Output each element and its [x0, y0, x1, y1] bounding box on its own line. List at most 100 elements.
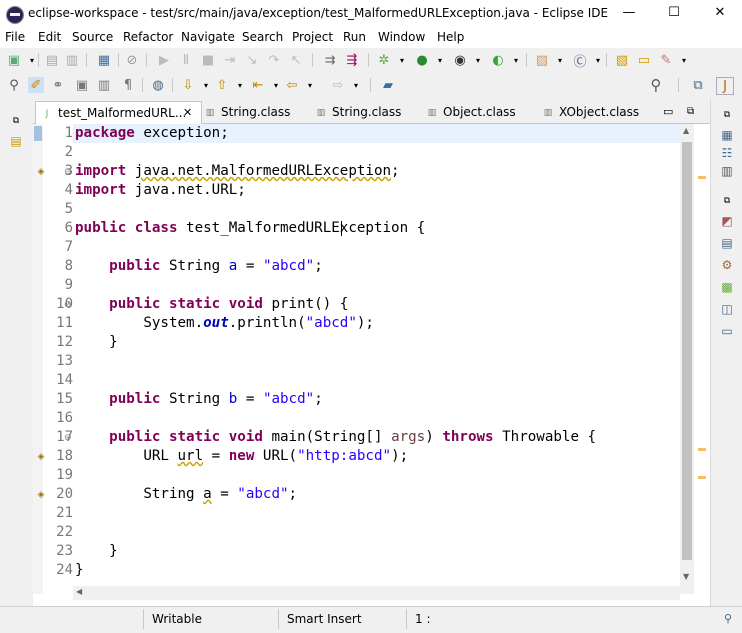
back-dropdown-icon[interactable]: ▾ [302, 77, 318, 93]
warning-marker-icon[interactable]: ◈ [35, 489, 47, 501]
debug-view-icon[interactable]: ▩ [719, 279, 735, 295]
outline-icon[interactable]: ☷ [719, 145, 735, 161]
maximize-editor-icon[interactable]: ⧉ [687, 101, 694, 123]
previous-annotation-icon[interactable]: ⇧ [214, 77, 230, 93]
menu-search[interactable]: Search [242, 30, 283, 44]
code-editor[interactable]: 1 2 3 4 5 6 7 8 9 10 11 12 13 14 15 16 1… [33, 124, 710, 606]
java-perspective-icon[interactable]: J [716, 77, 734, 95]
maximize-button[interactable]: ☐ [659, 3, 689, 23]
external-tools-icon[interactable]: ◐ [490, 52, 506, 68]
open-task-icon[interactable]: ✎ [658, 52, 674, 68]
console-view-icon[interactable]: ▭ [719, 323, 735, 339]
menu-navigate[interactable]: Navigate [181, 30, 235, 44]
new-java-dropdown-icon[interactable]: ▾ [552, 52, 568, 68]
tab-string-class-2[interactable]: ▥ String.class [314, 101, 402, 123]
menu-window[interactable]: Window [378, 30, 425, 44]
new-java-project-icon[interactable]: ▨ [534, 52, 550, 68]
fold-toggle-icon[interactable]: ⊖ [64, 300, 72, 310]
pin-editor-icon[interactable]: ▰ [380, 77, 396, 93]
step-over-icon[interactable]: ↷ [266, 52, 282, 68]
warning-marker-icon[interactable]: ◈ [35, 451, 47, 463]
warning-overview-mark[interactable] [698, 448, 706, 451]
new-icon[interactable]: ▣ [6, 52, 22, 68]
open-perspective-icon-2[interactable]: ⧉ [690, 77, 706, 93]
use-step-filters-icon[interactable]: ⇉ [322, 52, 338, 68]
resume-icon[interactable]: ▶ [156, 52, 172, 68]
minimize-editor-icon[interactable]: ▭ [663, 101, 673, 123]
tab-string-class-1[interactable]: ▥ String.class [203, 101, 291, 123]
horizontal-scrollbar[interactable]: ◀ [73, 586, 680, 600]
open-folder-icon[interactable]: ▭ [636, 52, 652, 68]
forward-dropdown-icon[interactable]: ▾ [348, 77, 364, 93]
close-tab-icon[interactable]: ✕ [183, 102, 192, 124]
step-into-icon[interactable]: ↘ [244, 52, 260, 68]
web-browser-icon[interactable]: ◍ [150, 77, 166, 93]
search-icon[interactable]: ⚲ [648, 76, 664, 94]
disconnect-icon[interactable]: ⇥ [222, 52, 238, 68]
forward-icon[interactable]: ⇨ [330, 77, 346, 93]
show-whitespace-icon[interactable]: ¶ [120, 77, 136, 93]
warning-overview-mark[interactable] [698, 476, 706, 479]
warning-marker-icon[interactable]: ◈ [35, 166, 47, 178]
tab-object-class[interactable]: ▥ Object.class [425, 101, 516, 123]
console-icon[interactable]: ▦ [96, 52, 112, 68]
display-icon[interactable]: ◫ [719, 301, 735, 317]
run-dropdown-icon[interactable]: ▾ [432, 52, 448, 68]
debug-dropdown-icon[interactable]: ▾ [394, 52, 410, 68]
save-icon[interactable]: ▤ [44, 52, 60, 68]
warning-overview-mark[interactable] [698, 176, 706, 179]
back-icon[interactable]: ⇦ [284, 77, 300, 93]
save-all-icon[interactable]: ▥ [64, 52, 80, 68]
menu-help[interactable]: Help [437, 30, 464, 44]
next-annotation-dropdown-icon[interactable]: ▾ [198, 77, 214, 93]
menu-file[interactable]: File [5, 30, 25, 44]
skip-breakpoints-icon[interactable]: ⊘ [124, 52, 140, 68]
block-selection-icon[interactable]: ▣ [74, 77, 90, 93]
last-edit-location-icon[interactable]: ⇤ [250, 77, 266, 93]
restore-icon-right[interactable]: ⧉ [719, 107, 735, 123]
menu-refactor[interactable]: Refactor [123, 30, 173, 44]
tab-xobject-class[interactable]: ▥ XObject.class [541, 101, 639, 123]
coverage-icon[interactable]: ◉ [452, 52, 468, 68]
close-button[interactable]: ✕ [705, 3, 735, 23]
minimize-button[interactable]: — [614, 3, 644, 23]
last-edit-dropdown-icon[interactable]: ▾ [268, 77, 284, 93]
vertical-scrollbar[interactable]: ▲ ▼ [680, 124, 694, 594]
next-annotation-icon[interactable]: ⇩ [180, 77, 196, 93]
suspend-icon[interactable]: Ⅱ [178, 52, 194, 68]
open-perspective-icon[interactable]: ⇶ [344, 52, 360, 68]
notification-icon[interactable]: ⚲ [724, 612, 732, 625]
fold-toggle-icon[interactable]: ⊖ [64, 167, 72, 177]
coverage-dropdown-icon[interactable]: ▾ [470, 52, 486, 68]
tab-test-malformedurl[interactable]: Jtest_MalformedURL... ✕ [35, 101, 202, 124]
expressions-icon[interactable]: ▤ [719, 235, 735, 251]
menu-source[interactable]: Source [72, 30, 113, 44]
breakpoints-icon[interactable]: ⚙ [719, 257, 735, 273]
run-icon[interactable]: ● [414, 52, 430, 68]
menu-run[interactable]: Run [343, 30, 366, 44]
debug-icon[interactable]: ✲ [376, 52, 392, 68]
restore-icon-right-2[interactable]: ⧉ [719, 193, 735, 209]
toggle-breadcrumb-icon[interactable]: ⚭ [50, 77, 66, 93]
scrollbar-thumb[interactable] [682, 142, 692, 560]
step-return-icon[interactable]: ↖ [288, 52, 304, 68]
open-type-icon[interactable]: ▧ [614, 52, 630, 68]
task-dropdown-icon[interactable]: ▾ [676, 52, 692, 68]
word-wrap-icon[interactable]: ▥ [96, 77, 112, 93]
search-icon-small[interactable]: ⚲ [6, 77, 22, 93]
external-tools-dropdown-icon[interactable]: ▾ [508, 52, 524, 68]
variables-icon[interactable]: ◩ [719, 213, 735, 229]
new-class-icon[interactable]: Ⓒ [572, 52, 588, 70]
toggle-mark-occurrences-icon[interactable]: ✐ [28, 77, 44, 93]
package-explorer-icon[interactable]: ▤ [8, 133, 24, 149]
restore-icon[interactable]: ⧉ [8, 113, 24, 129]
new-class-dropdown-icon[interactable]: ▾ [590, 52, 606, 68]
terminate-icon[interactable]: ■ [200, 52, 216, 68]
problems-icon[interactable]: ▥ [719, 163, 735, 179]
overview-ruler[interactable] [696, 124, 708, 594]
previous-annotation-dropdown-icon[interactable]: ▾ [232, 77, 248, 93]
menu-edit[interactable]: Edit [38, 30, 61, 44]
task-list-icon[interactable]: ▦ [719, 127, 735, 143]
fold-toggle-icon[interactable]: ⊖ [64, 433, 72, 443]
menu-project[interactable]: Project [292, 30, 333, 44]
